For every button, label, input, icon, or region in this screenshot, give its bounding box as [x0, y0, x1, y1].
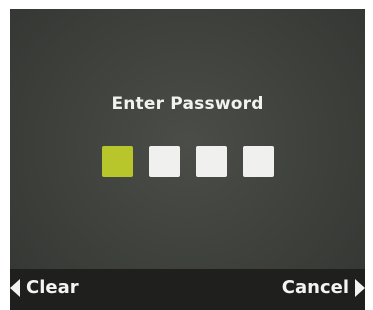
softkey-bar: Clear Cancel [10, 269, 365, 310]
device-frame: Enter Password Clear Cancel [0, 0, 373, 310]
triangle-right-icon [355, 278, 365, 297]
clear-label: Clear [26, 277, 79, 298]
password-screen: Enter Password Clear Cancel [10, 9, 365, 310]
cancel-softkey[interactable]: Cancel [282, 277, 365, 298]
pin-box-1[interactable] [102, 146, 133, 177]
clear-softkey[interactable]: Clear [10, 277, 79, 298]
cancel-label: Cancel [281, 277, 349, 298]
pin-box-4[interactable] [243, 146, 274, 177]
pin-entry[interactable] [102, 146, 274, 178]
page-title: Enter Password [111, 94, 264, 114]
triangle-left-icon [10, 278, 20, 297]
pin-box-3[interactable] [196, 146, 227, 177]
pin-box-2[interactable] [149, 146, 180, 177]
